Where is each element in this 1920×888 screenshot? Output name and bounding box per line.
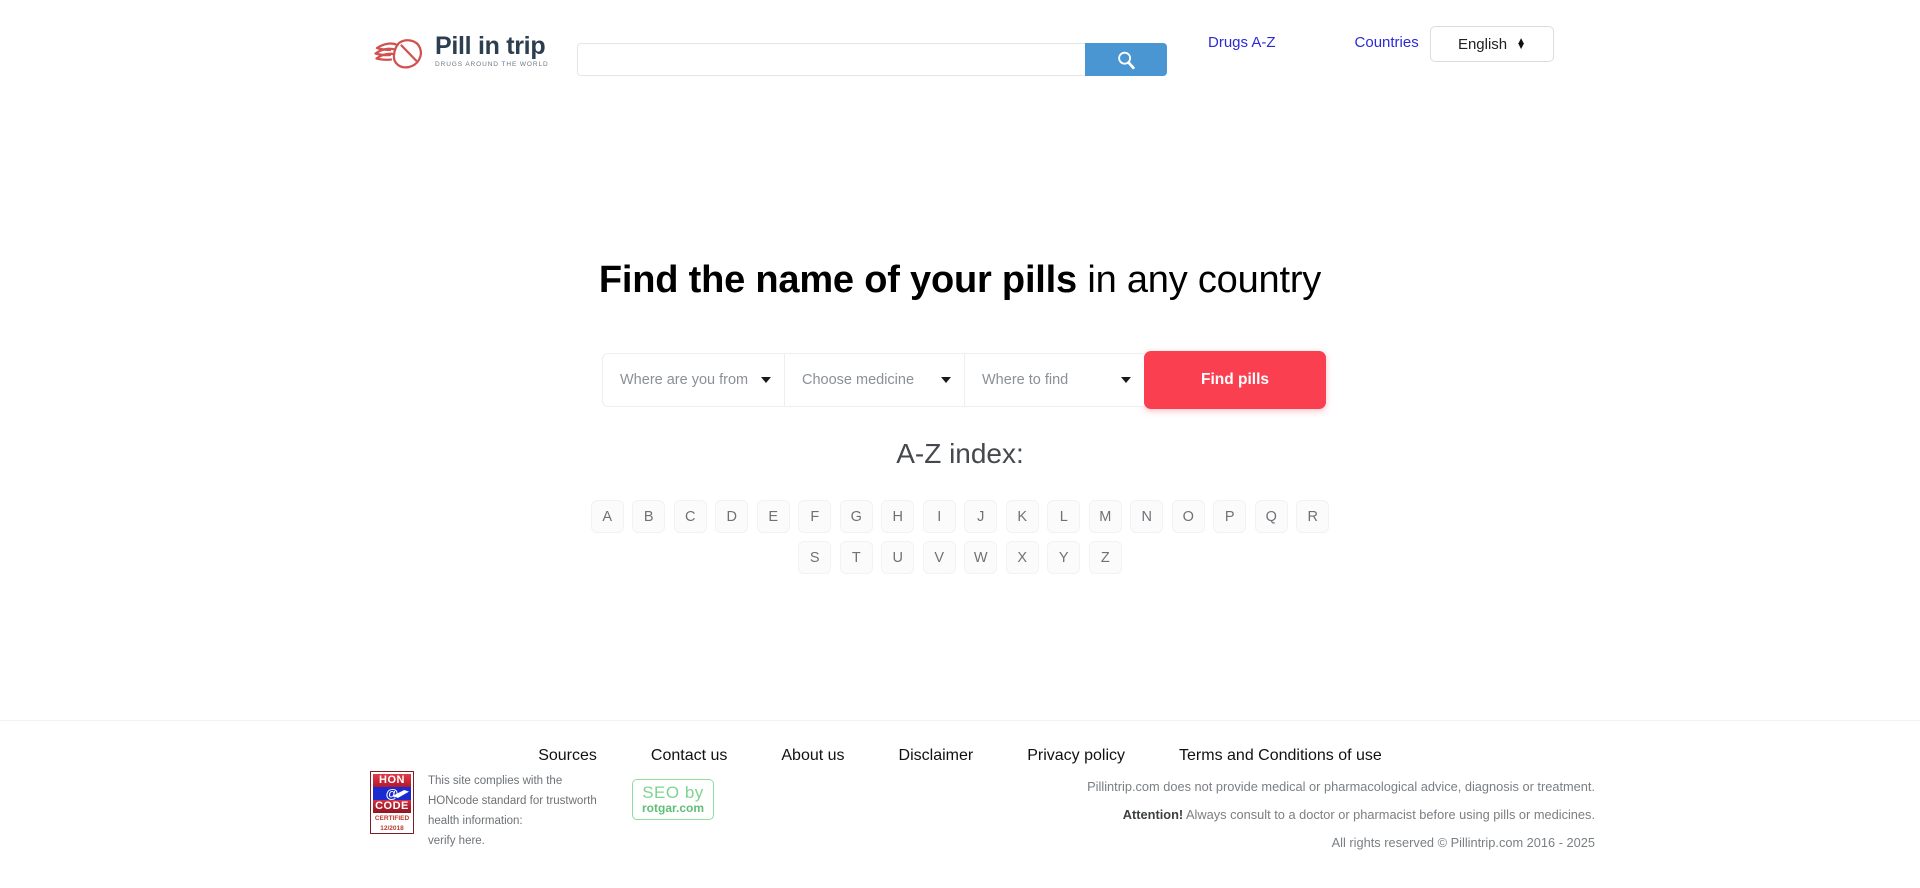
- az-letter[interactable]: O: [1171, 500, 1205, 533]
- az-letter[interactable]: A: [590, 500, 624, 533]
- az-letter[interactable]: I: [922, 500, 956, 533]
- pill-finder-form: Where are you from Choose medicine Where…: [602, 351, 1326, 409]
- seo-badge-top: SEO by: [642, 783, 704, 802]
- footer-link-disclaimer[interactable]: Disclaimer: [899, 747, 974, 765]
- az-letter[interactable]: Q: [1254, 500, 1288, 533]
- page-title: Find the name of your pills in any count…: [0, 259, 1920, 302]
- attention-label: Attention!: [1122, 807, 1184, 822]
- language-selector[interactable]: English ▲ ▼: [1430, 26, 1554, 62]
- az-letter[interactable]: H: [881, 500, 915, 533]
- az-index-title: A-Z index:: [896, 438, 1024, 469]
- search-icon: [1115, 49, 1137, 71]
- az-letter[interactable]: M: [1088, 500, 1122, 533]
- honcode-text: This site complies with the HONcode stan…: [428, 771, 618, 851]
- site-header: Pill in trip DRUGS AROUND THE WORLD Drug…: [0, 0, 1920, 88]
- search-input[interactable]: [577, 43, 1085, 76]
- field-where-are-you-from[interactable]: Where are you from: [602, 353, 784, 407]
- footer-badges: HON @ CODE CERTIFIED 12/2018 This site c…: [370, 771, 715, 851]
- honcode-text-line-1: This site complies with the: [428, 775, 563, 787]
- az-letter[interactable]: G: [839, 500, 873, 533]
- chevron-down-icon: [1121, 377, 1131, 383]
- honcode-certified-date: 12/2018: [380, 825, 404, 832]
- field-choose-medicine-label: Choose medicine: [802, 372, 915, 388]
- winged-pill-icon: [370, 37, 426, 71]
- az-letter[interactable]: S: [798, 541, 832, 574]
- page-title-rest: in any country: [1076, 259, 1322, 301]
- az-letter[interactable]: K: [1005, 500, 1039, 533]
- copyright: All rights reserved © Pillintrip.com 201…: [1331, 835, 1595, 850]
- footer-link-privacy-policy[interactable]: Privacy policy: [1027, 747, 1125, 765]
- seo-badge[interactable]: SEO by rotgar.com: [632, 779, 715, 821]
- honcode-text-line-2: HONcode standard for trustworth: [428, 795, 597, 807]
- footer-link-about-us[interactable]: About us: [781, 747, 844, 765]
- updown-arrows-icon: ▲ ▼: [1516, 35, 1527, 52]
- az-letter[interactable]: N: [1130, 500, 1164, 533]
- az-letter[interactable]: F: [798, 500, 832, 533]
- footer-disclaimer: Pillintrip.com does not provide medical …: [1087, 773, 1595, 857]
- az-letter[interactable]: B: [632, 500, 666, 533]
- field-where-are-you-from-label: Where are you from: [620, 372, 749, 388]
- nav-link-drugs-az[interactable]: Drugs A-Z: [1208, 34, 1276, 51]
- honcode-badge[interactable]: HON @ CODE CERTIFIED 12/2018: [370, 771, 414, 834]
- az-letter[interactable]: C: [673, 500, 707, 533]
- site-logo[interactable]: Pill in trip DRUGS AROUND THE WORLD: [370, 33, 549, 71]
- disclaimer-line-2: Attention! Always consult to a doctor or…: [1087, 801, 1595, 829]
- footer-link-terms[interactable]: Terms and Conditions of use: [1179, 747, 1382, 765]
- footer-link-sources[interactable]: Sources: [538, 747, 597, 765]
- logo-tagline: DRUGS AROUND THE WORLD: [435, 61, 549, 69]
- header-search: [577, 43, 1167, 76]
- az-letter[interactable]: P: [1213, 500, 1247, 533]
- site-footer: Sources Contact us About us Disclaimer P…: [0, 720, 1920, 888]
- seo-badge-domain: rotgar.com: [642, 800, 705, 815]
- language-selector-value: English: [1457, 35, 1508, 53]
- honcode-certified-label: CERTIFIED: [374, 815, 410, 822]
- az-letter[interactable]: U: [881, 541, 915, 574]
- disclaimer-line-1: Pillintrip.com does not provide medical …: [1087, 779, 1595, 794]
- disclaimer-line-2-text: Always consult to a doctor or pharmacist…: [1183, 807, 1595, 822]
- az-letter[interactable]: L: [1047, 500, 1081, 533]
- az-letter[interactable]: X: [1005, 541, 1039, 574]
- az-letter[interactable]: T: [839, 541, 873, 574]
- field-where-to-find[interactable]: Where to find: [964, 353, 1144, 407]
- search-button[interactable]: [1085, 43, 1167, 76]
- honcode-badge-at-icon: @: [373, 787, 411, 800]
- nav-link-countries[interactable]: Countries: [1355, 34, 1419, 51]
- honcode-verify-link[interactable]: verify here.: [428, 831, 618, 851]
- field-choose-medicine[interactable]: Choose medicine: [784, 353, 964, 407]
- chevron-down-icon: [761, 377, 771, 383]
- az-letter[interactable]: Y: [1047, 541, 1081, 574]
- az-index: A B C D E F G H I J K L M N O P Q R S T …: [0, 500, 1920, 582]
- main-content: Find the name of your pills in any count…: [0, 88, 1920, 720]
- chevron-down-icon: [941, 377, 951, 383]
- honcode-badge-top: HON: [373, 774, 411, 787]
- footer-link-contact-us[interactable]: Contact us: [651, 747, 727, 765]
- field-where-to-find-label: Where to find: [982, 372, 1069, 388]
- az-letter[interactable]: W: [964, 541, 998, 574]
- az-letter[interactable]: E: [756, 500, 790, 533]
- az-letter[interactable]: J: [964, 500, 998, 533]
- az-letter[interactable]: R: [1296, 500, 1330, 533]
- az-letter[interactable]: V: [922, 541, 956, 574]
- az-row-2: S T U V W X Y Z: [0, 541, 1920, 574]
- footer-nav: Sources Contact us About us Disclaimer P…: [0, 747, 1920, 765]
- find-pills-button[interactable]: Find pills: [1144, 351, 1326, 409]
- honcode-badge-bottom: CODE: [373, 800, 411, 813]
- az-row-1: A B C D E F G H I J K L M N O P Q R: [0, 500, 1920, 533]
- az-letter[interactable]: D: [715, 500, 749, 533]
- az-letter[interactable]: Z: [1088, 541, 1122, 574]
- logo-title: Pill in trip: [435, 32, 546, 60]
- honcode-text-line-3: health information:: [428, 815, 523, 827]
- page-title-bold: Find the name of your pills: [598, 259, 1077, 301]
